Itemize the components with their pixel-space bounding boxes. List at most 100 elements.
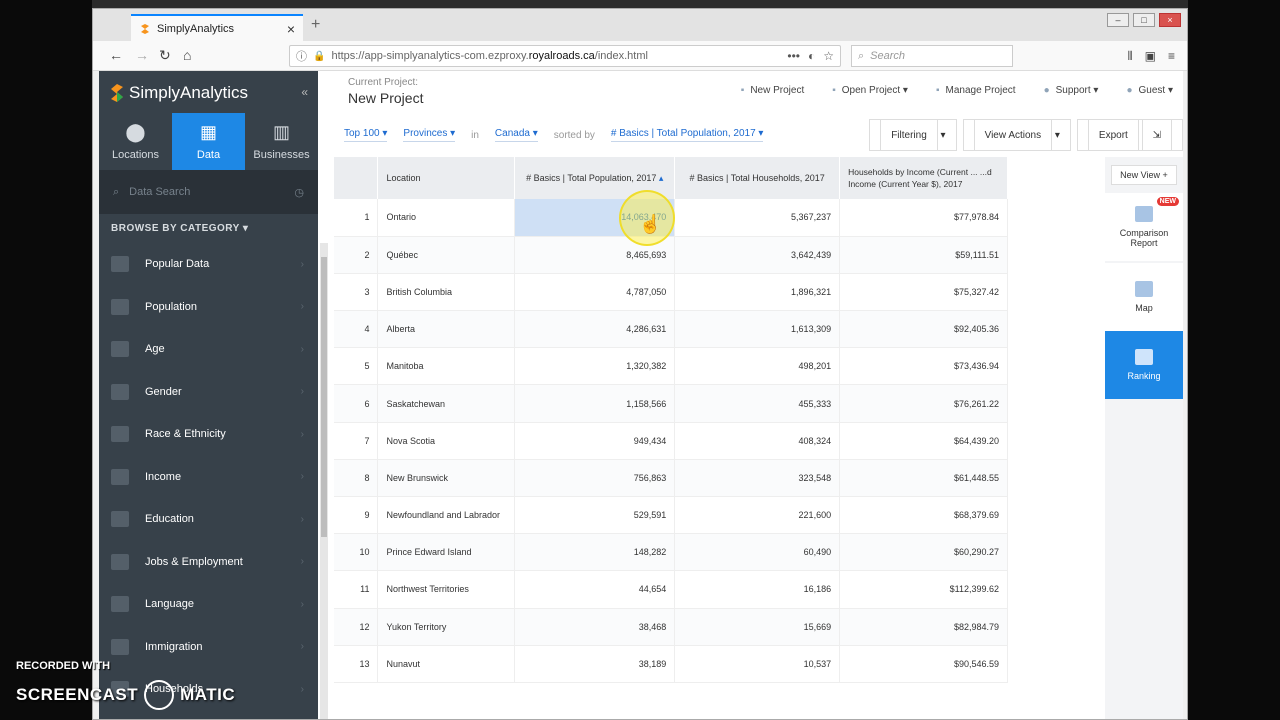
location-cell[interactable]: Québec	[377, 236, 516, 274]
population-cell[interactable]: 38,468	[514, 608, 676, 646]
table-row[interactable]: 7 Nova Scotia 949,434 408,324 $64,439.20	[334, 422, 1008, 460]
tab-close-icon[interactable]: ×	[287, 21, 295, 37]
population-cell[interactable]: 4,286,631	[514, 310, 676, 349]
geography-level-dropdown[interactable]: Provinces ▾	[403, 128, 456, 142]
category-income[interactable]: Income ›	[99, 456, 318, 499]
table-row[interactable]: 8 New Brunswick 756,863 323,548 $61,448.55	[334, 459, 1008, 498]
scrollbar-thumb[interactable]	[321, 257, 327, 537]
location-cell[interactable]: Manitoba	[377, 347, 516, 386]
top-count-dropdown[interactable]: Top 100 ▾	[344, 128, 388, 142]
population-cell[interactable]: 4,787,050	[514, 273, 676, 312]
data-search-input[interactable]: ⌕ Data Search ◷	[99, 170, 318, 214]
category-language[interactable]: Language ›	[99, 583, 318, 626]
region-dropdown[interactable]: Canada ▾	[494, 128, 538, 142]
households-cell[interactable]: 1,613,309	[674, 310, 841, 349]
population-cell[interactable]: 529,591	[514, 496, 676, 535]
bookmark-star-icon[interactable]: ☆	[823, 49, 834, 63]
category-population[interactable]: Population ›	[99, 286, 318, 329]
browser-tab[interactable]: SimplyAnalytics ×	[131, 14, 303, 41]
location-cell[interactable]: Ontario	[377, 199, 516, 237]
population-cell[interactable]: 1,158,566	[514, 384, 676, 423]
table-row[interactable]: 13 Nunavut 38,189 10,537 $90,546.59	[334, 645, 1008, 683]
income-cell[interactable]: $68,379.69	[839, 496, 1008, 535]
new-tab-icon[interactable]: +	[311, 16, 320, 34]
households-cell[interactable]: 323,548	[674, 459, 841, 498]
table-row[interactable]: 12 Yukon Territory 38,468 15,669 $82,984.79	[334, 608, 1008, 646]
location-cell[interactable]: New Brunswick	[377, 459, 516, 498]
new-view-button[interactable]: New View +	[1111, 165, 1177, 185]
income-cell[interactable]: $92,405.36	[839, 310, 1008, 349]
view-comparison-report[interactable]: NEW Comparison Report	[1105, 193, 1183, 261]
income-header[interactable]: Households by Income (Current ... ...d I…	[839, 157, 1008, 199]
income-cell[interactable]: $60,290.27	[839, 533, 1008, 572]
table-row[interactable]: 11 Northwest Territories 44,654 16,186 $112,…	[334, 570, 1008, 609]
population-cell[interactable]: 949,434	[514, 422, 676, 460]
open-project-button[interactable]: ▪ Open Project ▾	[832, 85, 908, 96]
tab-businesses[interactable]: ▥ Businesses	[245, 113, 318, 170]
income-cell[interactable]: $59,111.51	[839, 236, 1008, 274]
browser-search-input[interactable]: ⌕ Search	[851, 45, 1013, 67]
households-cell[interactable]: 16,186	[674, 570, 841, 609]
forward-icon[interactable]: →	[135, 47, 149, 63]
maximize-icon[interactable]: □	[1133, 13, 1155, 27]
table-row[interactable]: 10 Prince Edward Island 148,282 60,490 $60,2…	[334, 533, 1008, 572]
pocket-icon[interactable]: ◐	[808, 49, 815, 63]
income-cell[interactable]: $82,984.79	[839, 608, 1008, 646]
location-header[interactable]: Location	[377, 157, 516, 199]
households-cell[interactable]: 15,669	[674, 608, 841, 646]
category-education[interactable]: Education ›	[99, 498, 318, 541]
households-cell[interactable]: 3,642,439	[674, 236, 841, 274]
new-project-button[interactable]: ▪ New Project	[741, 85, 804, 96]
table-row[interactable]: 4 Alberta 4,286,631 1,613,309 $92,405.36	[334, 310, 1008, 349]
households-cell[interactable]: 221,600	[674, 496, 841, 535]
income-cell[interactable]: $77,978.84	[839, 199, 1008, 237]
table-row[interactable]: 3 British Columbia 4,787,050 1,896,321 $75,3…	[334, 273, 1008, 312]
category-race-ethnicity[interactable]: Race & Ethnicity ›	[99, 413, 318, 456]
income-cell[interactable]: $75,327.42	[839, 273, 1008, 312]
url-bar[interactable]: ⓘ 🔒 https://app-simplyanalytics-com.ezpr…	[289, 45, 841, 67]
location-cell[interactable]: Prince Edward Island	[377, 533, 516, 572]
reload-icon[interactable]: ↻	[159, 47, 171, 64]
tab-data[interactable]: ▦ Data	[172, 113, 245, 170]
category-age[interactable]: Age ›	[99, 328, 318, 371]
households-cell[interactable]: 408,324	[674, 422, 841, 460]
project-name[interactable]: New Project	[348, 90, 423, 106]
support-button[interactable]: ● Support ▾	[1044, 85, 1099, 96]
guest-button[interactable]: ● Guest ▾	[1126, 85, 1173, 96]
table-row[interactable]: 5 Manitoba 1,320,382 498,201 $73,436.94	[334, 347, 1008, 386]
filtering-button[interactable]: Filtering ▾	[869, 119, 957, 151]
income-cell[interactable]: $73,436.94	[839, 347, 1008, 386]
category-gender[interactable]: Gender ›	[99, 371, 318, 414]
income-cell[interactable]: $76,261.22	[839, 384, 1008, 423]
export-button[interactable]: Export ⇲	[1076, 119, 1183, 151]
back-icon[interactable]: ←	[109, 47, 123, 63]
households-cell[interactable]: 10,537	[674, 645, 841, 683]
population-cell[interactable]: 756,863	[514, 459, 676, 498]
households-cell[interactable]: 60,490	[674, 533, 841, 572]
collapse-sidebar-icon[interactable]: «	[301, 85, 308, 99]
view-actions-button[interactable]: View Actions ▾	[962, 119, 1071, 151]
population-cell[interactable]: 1,320,382	[514, 347, 676, 386]
population-cell[interactable]: 38,189	[514, 645, 676, 683]
category-scrollbar[interactable]	[320, 243, 328, 719]
page-actions-icon[interactable]: •••	[787, 49, 800, 63]
view-map[interactable]: Map	[1105, 263, 1183, 331]
info-icon[interactable]: ⓘ	[296, 48, 307, 64]
history-icon[interactable]: ◷	[294, 186, 304, 199]
minimize-icon[interactable]: –	[1107, 13, 1129, 27]
income-cell[interactable]: $90,546.59	[839, 645, 1008, 683]
households-cell[interactable]: 5,367,237	[674, 199, 841, 237]
income-cell[interactable]: $64,439.20	[839, 422, 1008, 460]
households-cell[interactable]: 498,201	[674, 347, 841, 386]
browse-by-category[interactable]: BROWSE BY CATEGORY ▾	[111, 223, 248, 234]
location-cell[interactable]: Yukon Territory	[377, 608, 516, 646]
income-cell[interactable]: $61,448.55	[839, 459, 1008, 498]
library-icon[interactable]: ⫴	[1128, 49, 1133, 64]
table-row[interactable]: 2 Québec 8,465,693 3,642,439 $59,111.51	[334, 236, 1008, 274]
location-cell[interactable]: Newfoundland and Labrador	[377, 496, 516, 535]
category-jobs-employment[interactable]: Jobs & Employment ›	[99, 541, 318, 584]
home-icon[interactable]: ⌂	[183, 47, 191, 63]
income-cell[interactable]: $112,399.62	[839, 570, 1008, 609]
population-cell[interactable]: 148,282	[514, 533, 676, 572]
location-cell[interactable]: Alberta	[377, 310, 516, 349]
